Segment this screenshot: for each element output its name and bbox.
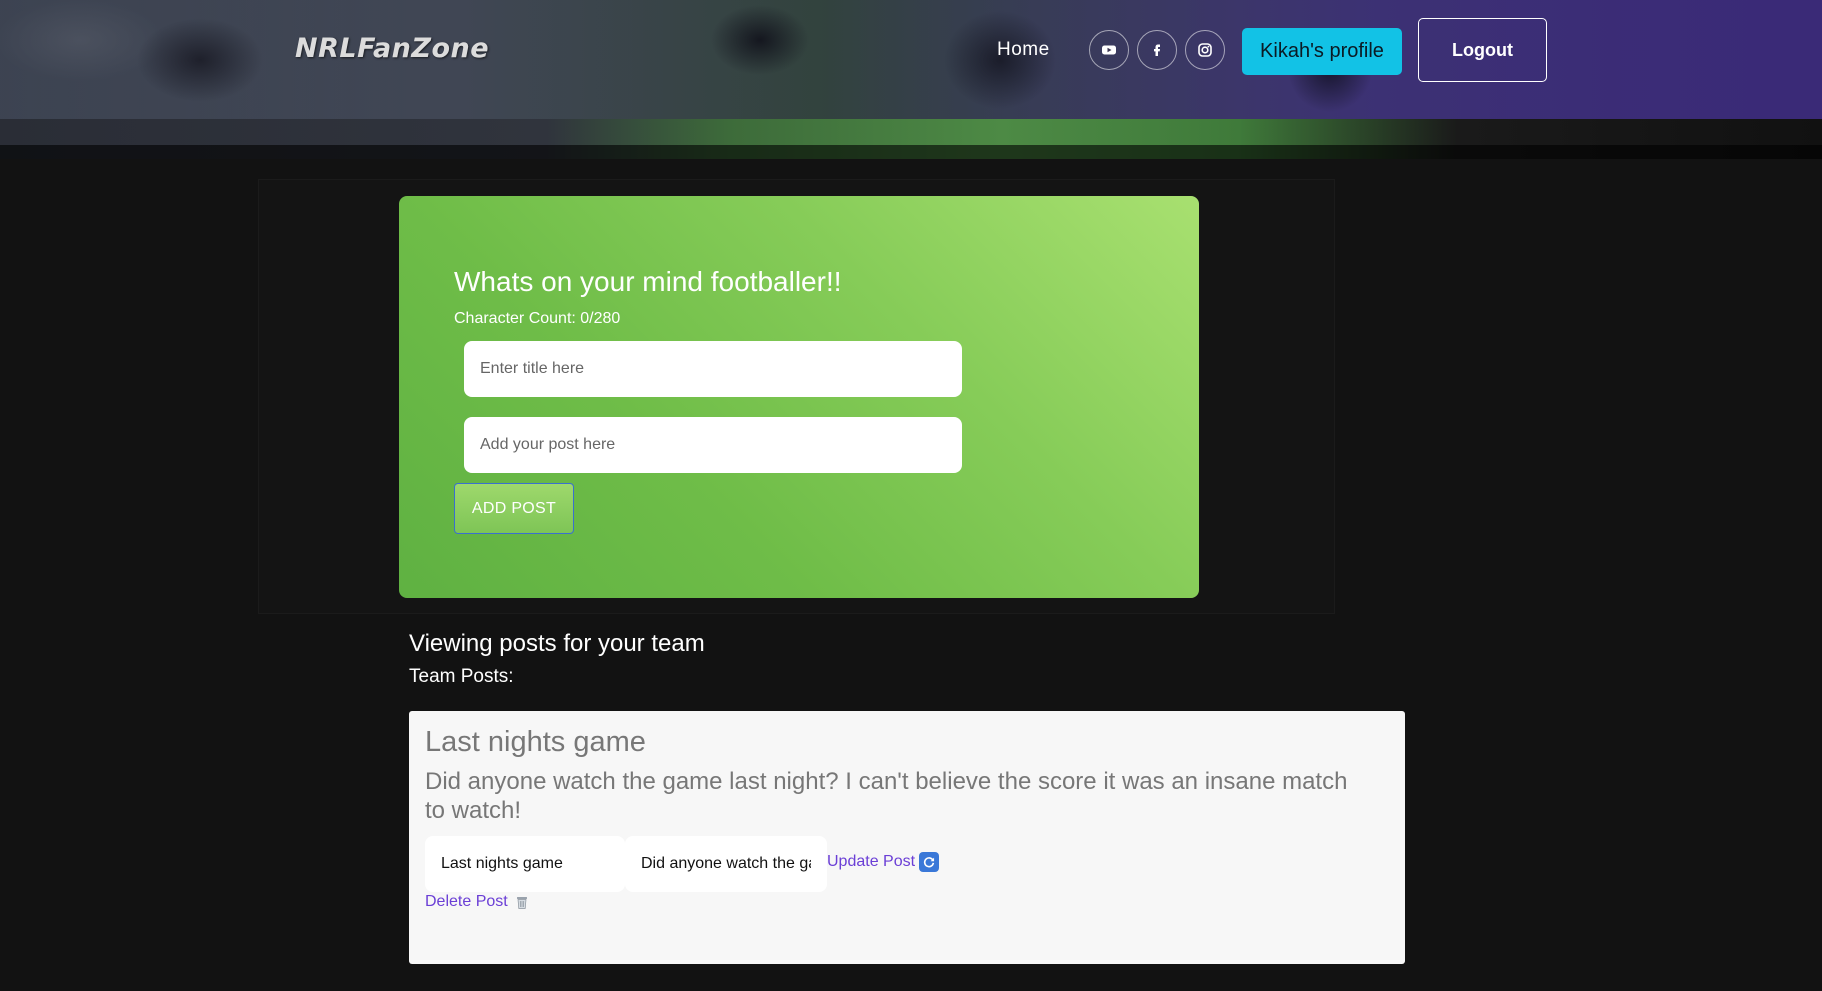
facebook-glyph	[1154, 44, 1160, 56]
composer-title: Whats on your mind footballer!!	[454, 266, 842, 297]
profile-button[interactable]: Kikah's profile	[1242, 28, 1402, 75]
post-body-input[interactable]	[464, 417, 962, 473]
post-title-input[interactable]	[464, 341, 962, 397]
delete-post-label: Delete Post	[425, 893, 508, 910]
instagram-glyph	[1198, 43, 1212, 57]
instagram-icon[interactable]	[1185, 30, 1225, 70]
edit-body-input[interactable]	[625, 836, 827, 892]
youtube-glyph	[1102, 45, 1116, 55]
refresh-icon	[919, 852, 940, 872]
update-post-link[interactable]: Update Post	[827, 852, 940, 872]
hero-banner	[0, 0, 1822, 159]
composer-card	[399, 196, 1199, 598]
character-count: Character Count: 0/280	[454, 310, 621, 327]
feed-section-title: Viewing posts for your team	[409, 630, 705, 657]
add-post-button[interactable]: ADD POST	[454, 483, 574, 534]
post-title: Last nights game	[425, 726, 646, 758]
site-logo[interactable]: NRLFanZone	[295, 33, 489, 64]
update-post-label: Update Post	[827, 853, 916, 870]
field-background	[0, 119, 1822, 159]
edit-title-input[interactable]	[425, 836, 625, 892]
nav-home-link[interactable]: Home	[997, 39, 1050, 61]
delete-post-link[interactable]: Delete Post	[425, 892, 532, 912]
post-body: Did anyone watch the game last night? I …	[425, 768, 1348, 824]
facebook-icon[interactable]	[1137, 30, 1177, 70]
crowd-background	[0, 0, 1822, 119]
trash-icon	[512, 892, 532, 912]
team-posts-label: Team Posts:	[409, 666, 514, 687]
youtube-icon[interactable]	[1089, 30, 1129, 70]
logout-button[interactable]: Logout	[1418, 18, 1547, 82]
